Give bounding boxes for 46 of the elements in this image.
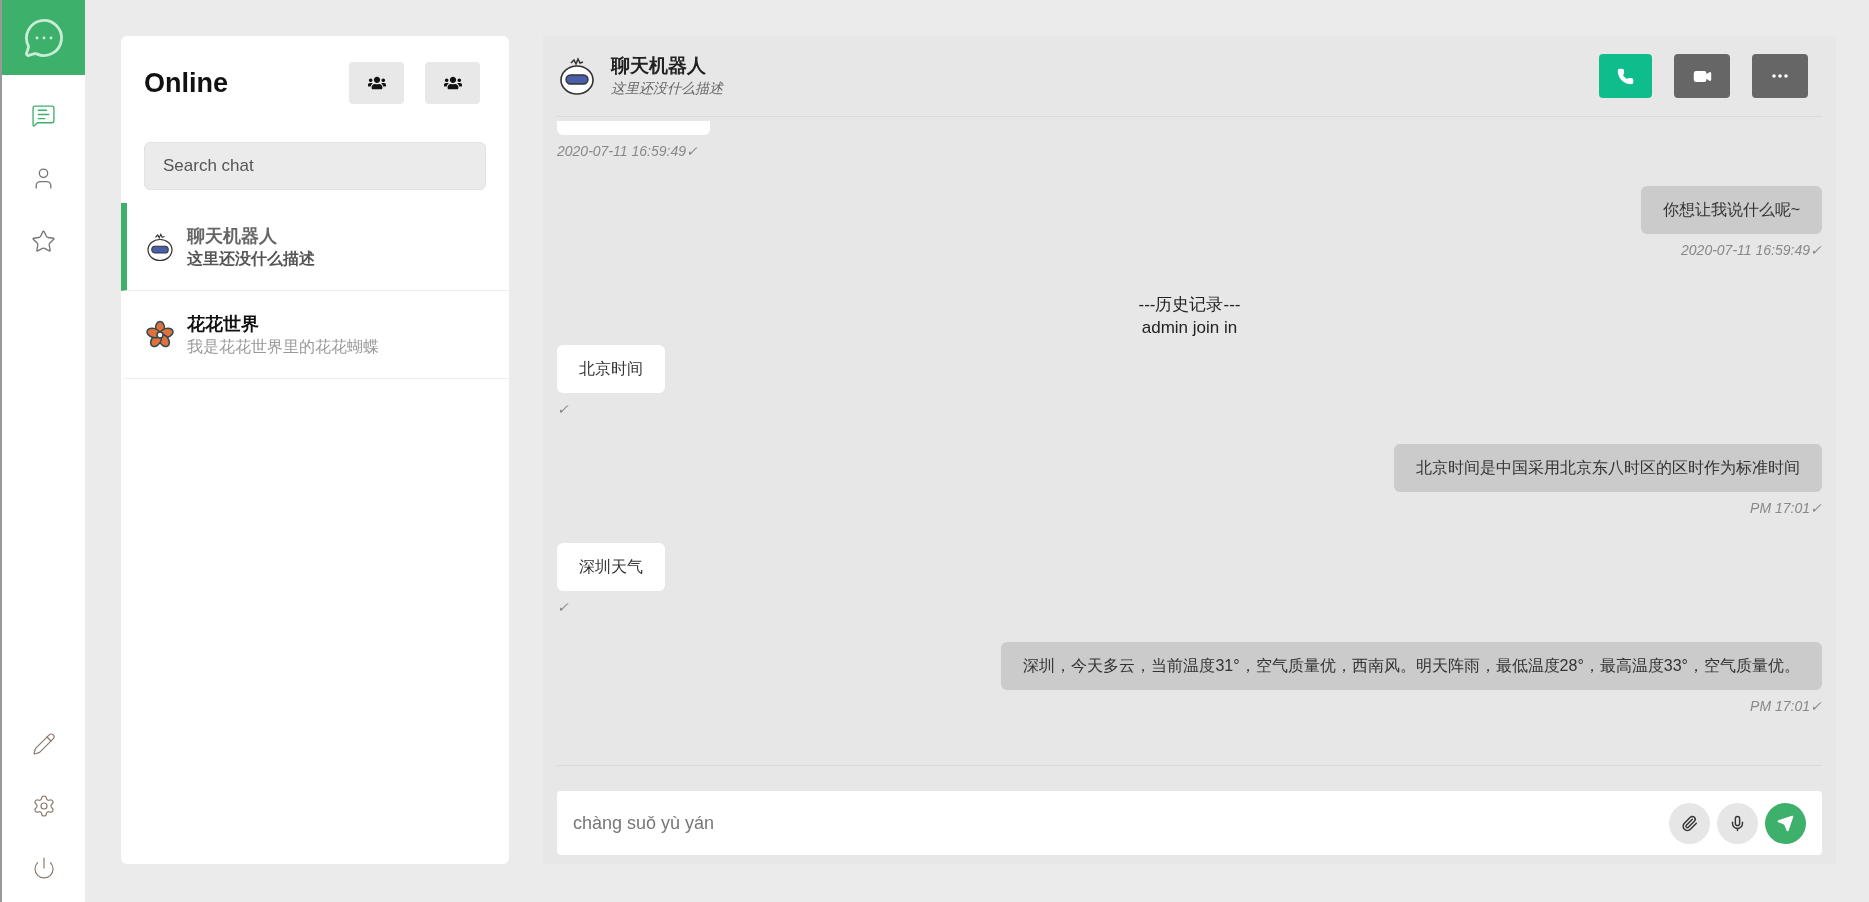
- message-time: 2020-07-11 16:59:49✓: [1681, 241, 1822, 260]
- flower-avatar-icon: [145, 319, 175, 350]
- chat-subtitle: 这里还没什么描述: [611, 78, 723, 98]
- message-time: ✓: [557, 598, 569, 617]
- message-bubble: 北京时间: [557, 345, 665, 393]
- group-icon: [367, 74, 386, 92]
- system-message: admin join in: [1141, 317, 1238, 339]
- chat-list-item[interactable]: 聊天机器人 这里还没什么描述: [121, 203, 509, 291]
- paperclip-icon: [1681, 814, 1698, 832]
- logo-icon: [2, 0, 85, 75]
- contact-description: 我是花花世界里的花花蝴蝶: [187, 336, 379, 357]
- message-time: 2020-07-11 16:59:49✓: [557, 142, 698, 161]
- attach-button[interactable]: [1669, 802, 1710, 844]
- group-icon: [443, 74, 462, 92]
- message-bubble: 北京时间是中国采用北京东八时区的区时作为标准时间: [1394, 444, 1822, 492]
- robot-avatar-icon: [557, 56, 597, 96]
- settings-icon[interactable]: [31, 794, 56, 818]
- panel-title: Online: [144, 66, 228, 100]
- power-icon[interactable]: [31, 856, 56, 880]
- group-button[interactable]: [425, 62, 480, 104]
- message-bubble: 你想让我说什么呢~: [1640, 186, 1822, 234]
- contact-name: 聊天机器人: [187, 224, 278, 248]
- chat-icon[interactable]: [31, 103, 56, 128]
- microphone-button[interactable]: [1717, 802, 1758, 844]
- send-icon: [1777, 814, 1794, 832]
- group-button[interactable]: [349, 62, 404, 104]
- message-time: PM 17:01✓: [1750, 697, 1822, 716]
- call-button[interactable]: [1599, 54, 1652, 98]
- chat-list-item[interactable]: 花花世界 我是花花世界里的花花蝴蝶: [121, 291, 509, 379]
- contact-description: 这里还没什么描述: [187, 248, 315, 269]
- video-button[interactable]: [1674, 54, 1730, 98]
- search-field[interactable]: Search chat: [144, 142, 486, 190]
- message-bubble: 深圳天气: [557, 543, 665, 591]
- star-icon[interactable]: [31, 229, 56, 254]
- more-icon: [1772, 74, 1788, 78]
- contact-name: 花花世界: [187, 312, 260, 336]
- chat-title: 聊天机器人: [611, 53, 707, 78]
- send-button[interactable]: [1765, 802, 1806, 844]
- message-time: PM 17:01✓: [1750, 499, 1822, 518]
- message-time: ✓: [557, 400, 569, 419]
- microphone-icon: [1729, 814, 1746, 832]
- phone-icon: [1617, 67, 1634, 85]
- pencil-icon[interactable]: [31, 732, 56, 756]
- message-bubble: 深圳，今天多云，当前温度31°，空气质量优，西南风。明天阵雨，最低温度28°，最高温度33°，空气质量优。: [1001, 642, 1822, 690]
- system-message: ---历史记录---: [1138, 294, 1241, 316]
- robot-avatar-icon: [145, 231, 175, 262]
